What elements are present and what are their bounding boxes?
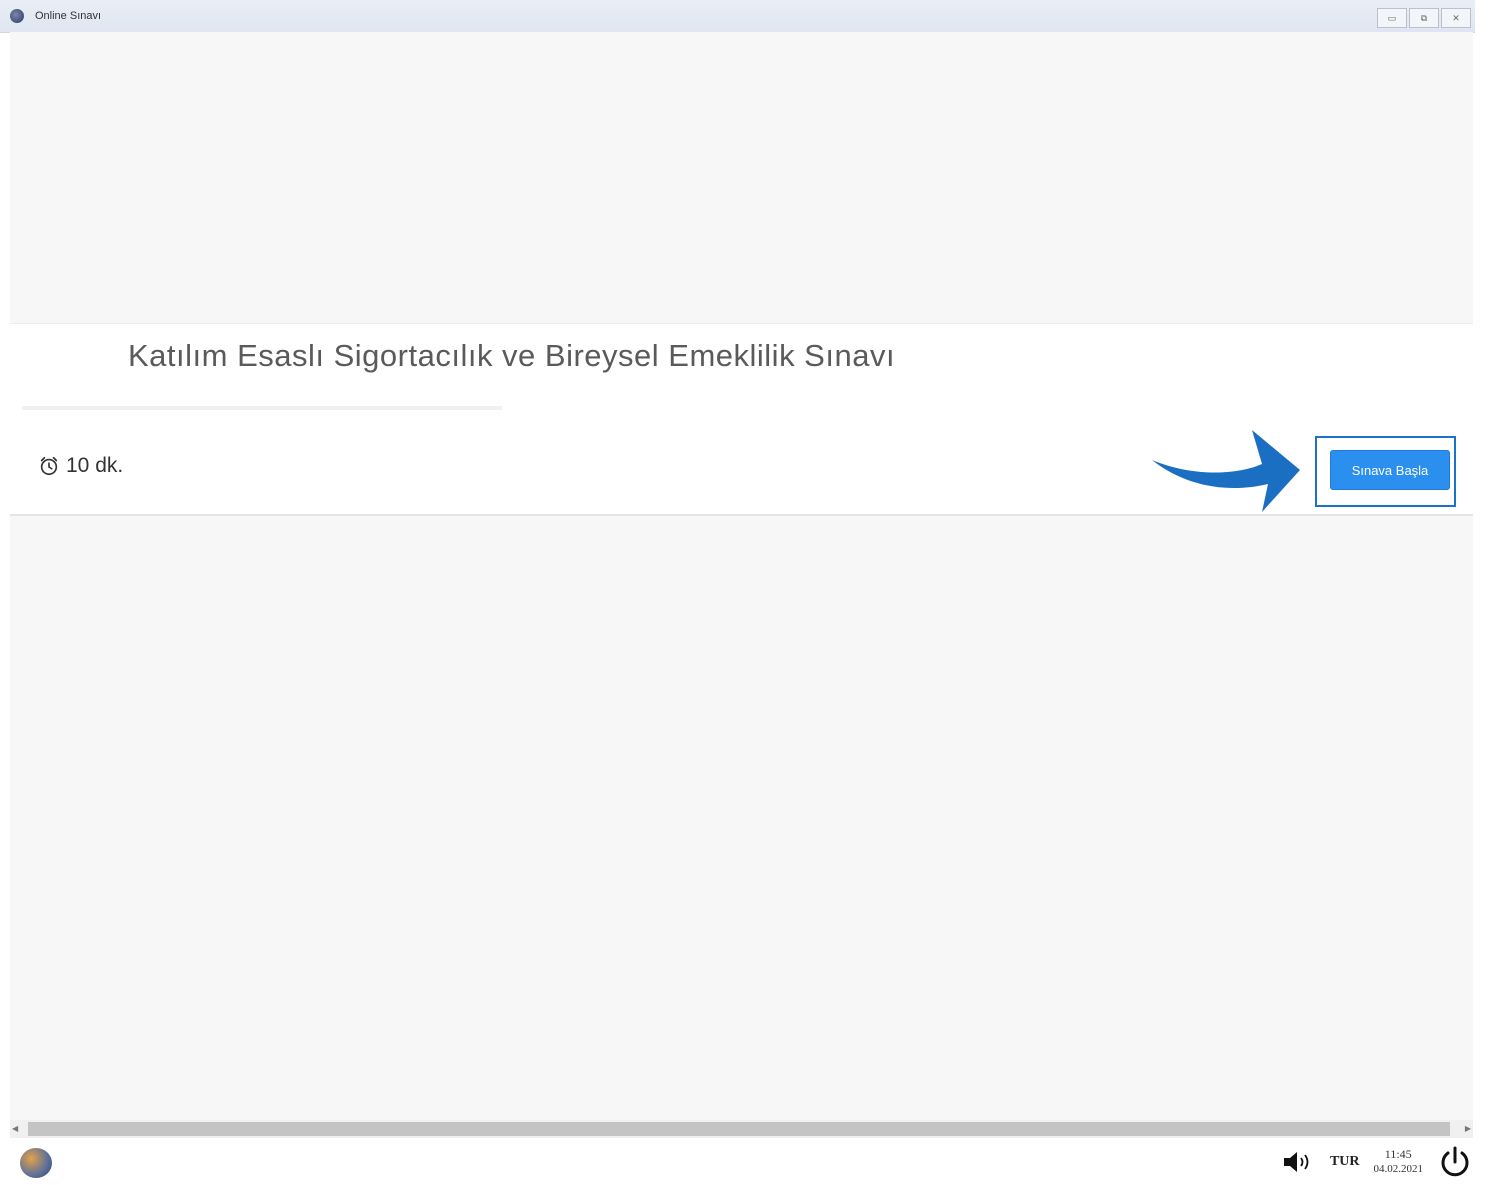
exam-window: Online Sınavı ▭ ⧉ ✕ Katılım Esaslı Sigor…: [0, 0, 1499, 1185]
taskbar: TUR 11:45 04.02.2021: [0, 1138, 1499, 1185]
start-exam-button[interactable]: Sınava Başla: [1330, 450, 1450, 490]
scroll-left-icon[interactable]: ◀: [12, 1124, 18, 1133]
tray-clock[interactable]: 11:45 04.02.2021: [1374, 1147, 1424, 1177]
close-button[interactable]: ✕: [1441, 8, 1471, 28]
duration-text: 10 dk.: [66, 454, 124, 477]
title-bar: Online Sınavı ▭ ⧉ ✕: [0, 0, 1475, 33]
tray-time: 11:45: [1384, 1147, 1412, 1161]
exam-info-band: 10 dk. Sınava Başla: [10, 386, 1473, 516]
app-icon: [10, 9, 24, 23]
speaker-icon[interactable]: [1282, 1149, 1316, 1175]
window-title: Online Sınavı: [35, 10, 102, 22]
minimize-button[interactable]: ▭: [1377, 8, 1407, 28]
tray-date: 04.02.2021: [1373, 1163, 1424, 1175]
exam-duration: 10 dk.: [38, 454, 123, 478]
window-controls: ▭ ⧉ ✕: [1377, 8, 1471, 28]
faint-divider: [22, 406, 502, 410]
exam-title: Katılım Esaslı Sigortacılık ve Bireysel …: [128, 338, 896, 373]
start-menu-icon[interactable]: [20, 1148, 52, 1178]
exam-title-band: Katılım Esaslı Sigortacılık ve Bireysel …: [10, 323, 1473, 387]
scroll-right-icon[interactable]: ▶: [1465, 1124, 1471, 1133]
power-icon[interactable]: [1437, 1144, 1473, 1180]
arrow-right-icon: [1152, 430, 1300, 512]
language-indicator[interactable]: TUR: [1330, 1154, 1360, 1170]
main-content: Katılım Esaslı Sigortacılık ve Bireysel …: [10, 32, 1473, 1120]
alarm-clock-icon: [40, 456, 58, 476]
horizontal-scrollbar[interactable]: ◀ ▶: [10, 1120, 1473, 1138]
system-tray: TUR 11:45 04.02.2021: [1282, 1144, 1473, 1180]
scrollbar-thumb[interactable]: [28, 1122, 1450, 1136]
restore-button[interactable]: ⧉: [1409, 8, 1439, 28]
